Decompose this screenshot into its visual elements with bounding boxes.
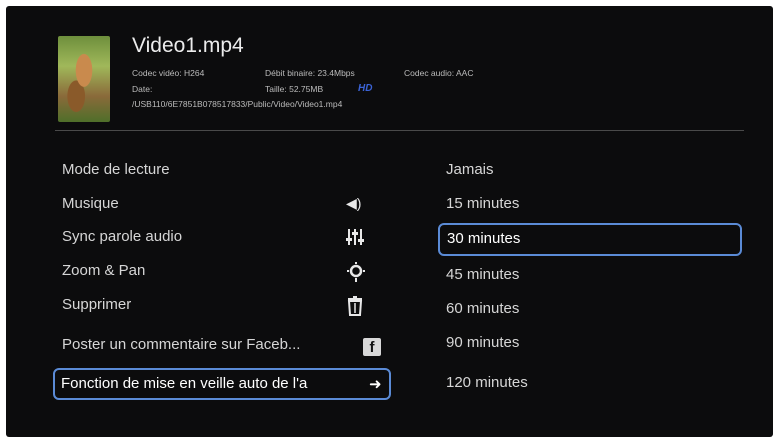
speaker-icon: ◀) [346, 195, 362, 211]
option-label: 120 minutes [446, 374, 528, 391]
file-size: Taille: 52.75MB [265, 84, 324, 94]
menu-item-label: Supprimer [62, 296, 132, 313]
facebook-icon: f [363, 338, 381, 356]
file-title: Video1.mp4 [132, 34, 244, 57]
menu-item-supprimer[interactable]: Supprimer [54, 292, 390, 322]
menu-item-label: Sync parole audio [62, 228, 183, 245]
option-jamais[interactable]: Jamais [438, 157, 742, 187]
menu-item-label: Zoom & Pan [62, 262, 146, 279]
option-120-minutes[interactable]: 120 minutes [438, 370, 742, 400]
arrow-right-icon: ➜ [369, 376, 382, 393]
option-label: 30 minutes [447, 230, 521, 247]
option-label: 15 minutes [446, 195, 520, 212]
trash-icon [347, 296, 363, 321]
menu-item-sync-parole-audio[interactable]: Sync parole audio [54, 224, 390, 254]
menu-item-label: Fonction de mise en veille auto de l'a [61, 375, 308, 392]
option-15-minutes[interactable]: 15 minutes [438, 191, 742, 221]
file-path: /USB110/6E7851B078517833/Public/Video/Vi… [132, 99, 343, 109]
option-label: Jamais [446, 161, 494, 178]
menu-item-facebook[interactable]: Poster un commentaire sur Faceb... f [54, 332, 390, 362]
menu-item-label: Mode de lecture [62, 161, 170, 178]
option-label: 90 minutes [446, 334, 520, 351]
video-thumbnail [58, 36, 110, 122]
hd-badge: HD [358, 83, 373, 94]
screen: Video1.mp4 Codec vidéo: H264 Débit binai… [6, 6, 773, 437]
menu-item-zoom-pan[interactable]: Zoom & Pan [54, 258, 390, 288]
zoom-icon [346, 261, 366, 288]
menu-item-label: Poster un commentaire sur Faceb... [62, 336, 301, 353]
option-label: 45 minutes [446, 266, 520, 283]
menu-item-mode-de-lecture[interactable]: Mode de lecture [54, 157, 390, 187]
option-30-minutes[interactable]: 30 minutes [438, 223, 742, 256]
option-45-minutes[interactable]: 45 minutes [438, 262, 742, 292]
date-label: Date: [132, 84, 153, 94]
equalizer-icon [346, 227, 364, 252]
option-90-minutes[interactable]: 90 minutes [438, 330, 742, 360]
divider [55, 130, 744, 131]
bitrate: Débit binaire: 23.4Mbps [265, 68, 355, 78]
option-60-minutes[interactable]: 60 minutes [438, 296, 742, 326]
video-codec: Codec vidéo: H264 [132, 68, 205, 78]
audio-codec: Codec audio: AAC [404, 68, 474, 78]
menu-item-label: Musique [62, 195, 119, 212]
menu-item-musique[interactable]: Musique ◀) [54, 191, 390, 221]
option-label: 60 minutes [446, 300, 520, 317]
menu-item-sleep-timer[interactable]: Fonction de mise en veille auto de l'a ➜ [53, 368, 391, 400]
